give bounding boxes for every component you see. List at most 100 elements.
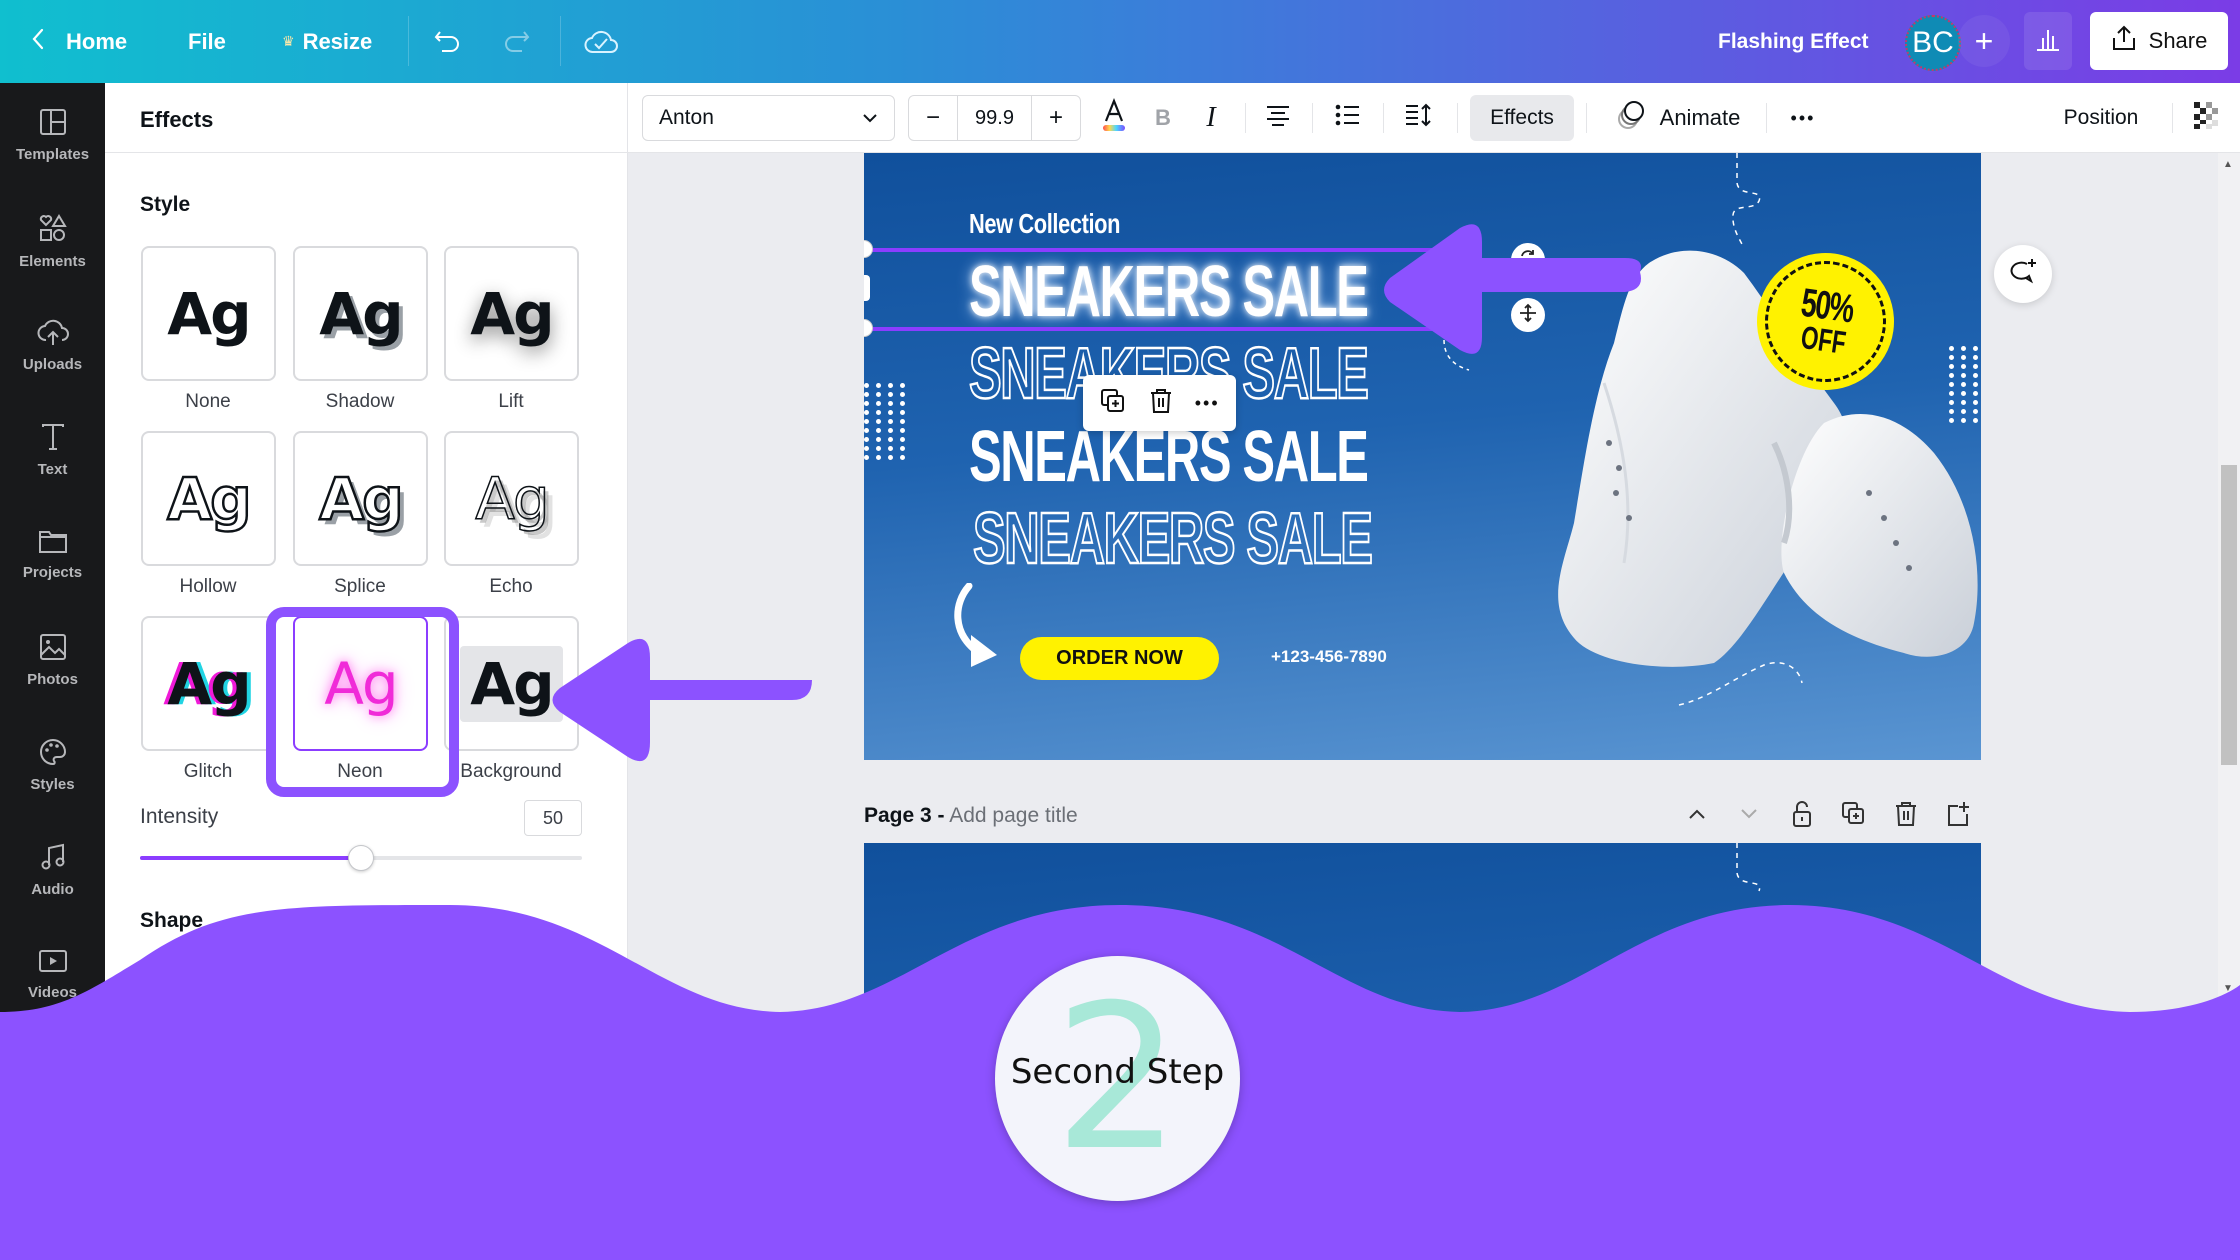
dot (876, 446, 881, 451)
resize-handle[interactable] (864, 319, 873, 337)
effects-button[interactable]: Effects (1470, 95, 1574, 141)
move-page-down-button[interactable] (1731, 801, 1767, 831)
intensity-slider[interactable] (140, 845, 582, 871)
user-avatar[interactable]: BC (1905, 15, 1961, 71)
page-title-input[interactable]: Add page title (949, 804, 1077, 827)
increase-font-size-button[interactable]: + (1032, 96, 1080, 140)
resize-button[interactable]: ♛ Resize (282, 0, 372, 83)
rail-item-audio[interactable]: Audio (0, 843, 105, 933)
add-page-button[interactable] (1940, 801, 1976, 831)
home-button[interactable]: Home (32, 0, 127, 83)
bullet-list-button[interactable] (1328, 95, 1368, 141)
insights-button[interactable] (2024, 12, 2072, 70)
text-color-button[interactable] (1094, 95, 1134, 141)
order-now-button[interactable]: ORDER NOW (1020, 637, 1219, 680)
animate-icon (1616, 99, 1646, 137)
headline-line-outline[interactable]: SNEAKERS SALE (972, 502, 1374, 577)
bold-button[interactable]: B (1143, 95, 1183, 141)
style-label: Glitch (183, 761, 233, 782)
animate-button[interactable]: Animate (1608, 95, 1748, 141)
resize-label: Resize (302, 28, 373, 54)
rail-item-styles[interactable]: Styles (0, 738, 105, 828)
rail-item-projects[interactable]: Projects (0, 528, 105, 618)
dot (888, 383, 893, 388)
decrease-font-size-button[interactable]: − (909, 96, 957, 140)
phone-number[interactable]: +123-456-7890 (1271, 647, 1387, 667)
font-family-dropdown[interactable]: Anton (642, 95, 895, 141)
scroll-up-arrow-icon: ▲ (2223, 159, 2233, 170)
style-tile-splice[interactable]: Ag (293, 431, 428, 566)
rail-item-uploads[interactable]: Uploads (0, 318, 105, 408)
dot (900, 419, 905, 424)
effects-panel: Effects Style Ag None Ag Shadow Ag Lift … (105, 83, 628, 1260)
scrollbar-thumb[interactable] (2221, 465, 2237, 765)
rail-label: Elements (19, 253, 86, 270)
style-tile-neon[interactable]: Ag (293, 616, 428, 751)
new-collection-text[interactable]: New Collection (969, 208, 1120, 240)
redo-button[interactable] (500, 0, 532, 83)
intensity-input[interactable]: 50 (524, 800, 582, 836)
dot (864, 383, 869, 388)
style-tile-glitch[interactable]: Ag (141, 616, 276, 751)
font-size-stepper: − 99.9 + (908, 95, 1081, 141)
bar-chart-icon (2035, 26, 2061, 57)
spacing-button[interactable] (1398, 95, 1438, 141)
design-page-2[interactable]: New Collection SNEAKERS SALE SNEAKERS SA… (864, 153, 1981, 760)
more-options-button[interactable]: ••• (1778, 95, 1828, 141)
move-page-up-button[interactable] (1679, 801, 1715, 831)
italic-button[interactable]: I (1191, 95, 1231, 141)
file-label: File (188, 28, 226, 54)
duplicate-page-button[interactable] (1836, 801, 1872, 831)
side-resize-handle[interactable] (864, 275, 870, 301)
chevron-up-icon (1687, 807, 1707, 826)
rail-item-elements[interactable]: Elements (0, 213, 105, 303)
resize-handle[interactable] (864, 240, 873, 258)
delete-page-button[interactable] (1888, 801, 1924, 831)
rail-item-photos[interactable]: Photos (0, 633, 105, 723)
upload-share-icon (2111, 24, 2137, 58)
transparency-button[interactable] (2186, 95, 2226, 141)
dot (888, 428, 893, 433)
rail-item-templates[interactable]: Templates (0, 108, 105, 198)
undo-button[interactable] (432, 0, 464, 83)
context-more-button[interactable]: ••• (1195, 393, 1220, 414)
panel-header: Effects (105, 83, 628, 153)
align-center-icon (1265, 104, 1291, 132)
position-button[interactable]: Position (2046, 95, 2156, 141)
style-tile-background[interactable]: Ag (444, 616, 579, 751)
cloud-save-status[interactable] (583, 0, 619, 83)
file-menu-button[interactable]: File (188, 0, 226, 83)
share-button[interactable]: Share (2090, 12, 2228, 70)
templates-icon (39, 108, 67, 146)
rail-label: Audio (31, 881, 74, 898)
font-size-input[interactable]: 99.9 (957, 96, 1032, 140)
shape-tile[interactable] (140, 963, 290, 1043)
headline-line-neon-selected[interactable]: SNEAKERS SALE (969, 256, 1369, 328)
design-title[interactable]: Flashing Effect (1718, 0, 1869, 83)
rail-item-text[interactable]: Text (0, 423, 105, 513)
headline-line-solid[interactable]: SNEAKERS SALE (969, 421, 1369, 493)
chevron-down-icon (860, 106, 880, 136)
style-tile-hollow[interactable]: Ag (141, 431, 276, 566)
add-comment-button[interactable] (1994, 245, 2052, 303)
lock-page-button[interactable] (1784, 800, 1820, 831)
style-tile-echo[interactable]: Ag (444, 431, 579, 566)
rail-label: Videos (28, 984, 77, 1001)
divider (2172, 103, 2173, 133)
shape-heading: Shape (140, 909, 204, 932)
slider-thumb[interactable] (348, 845, 374, 871)
style-tile-shadow[interactable]: Ag (293, 246, 428, 381)
delete-button[interactable] (1148, 387, 1174, 420)
style-tile-none[interactable]: Ag (141, 246, 276, 381)
dot (900, 455, 905, 460)
divider (1383, 103, 1384, 133)
sneakers-photo[interactable] (1504, 243, 1981, 673)
dot (864, 428, 869, 433)
style-tile-lift[interactable]: Ag (444, 246, 579, 381)
side-rail: Templates Elements Uploads Text Projects… (0, 83, 105, 1260)
align-center-button[interactable] (1258, 95, 1298, 141)
add-collaborator-button[interactable]: + (1958, 15, 2010, 67)
duplicate-button[interactable] (1099, 387, 1127, 420)
rail-item-videos[interactable]: Videos (0, 948, 105, 1038)
vertical-scrollbar[interactable]: ▲ ▼ (2218, 153, 2240, 1260)
